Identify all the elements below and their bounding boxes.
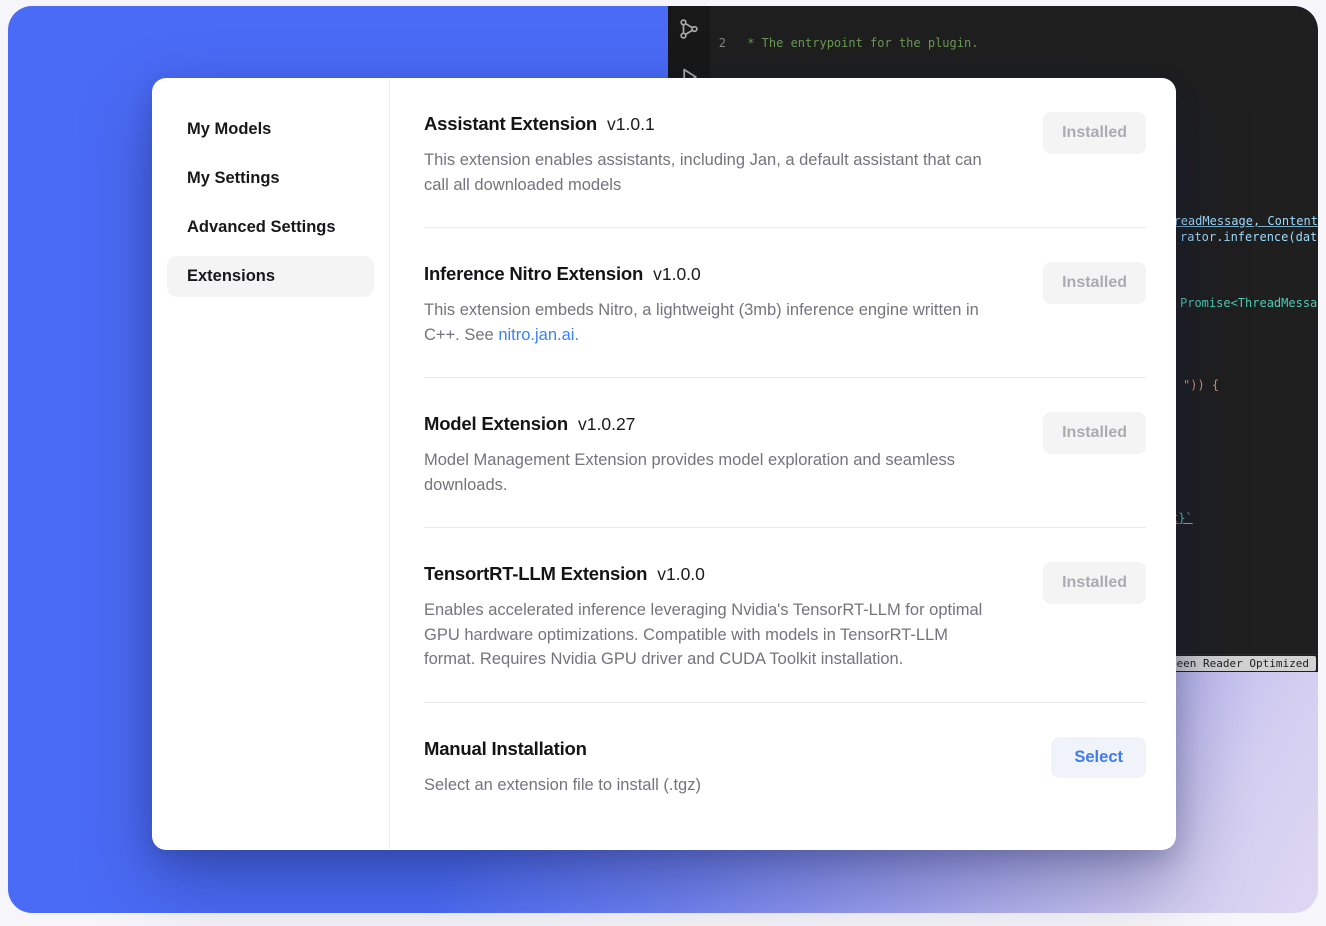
- code-text: * The entrypoint for the plugin.: [740, 35, 978, 52]
- extension-name: Model Extension: [424, 413, 568, 434]
- extension-name: Assistant Extension: [424, 113, 597, 134]
- extension-title: Model Extension v1.0.27: [424, 412, 1002, 436]
- extension-name: TensortRT-LLM Extension: [424, 563, 647, 584]
- extension-row-inference-nitro: Inference Nitro Extension v1.0.0 This ext…: [424, 228, 1146, 378]
- extension-info: Model Extension v1.0.27 Model Management …: [424, 412, 1002, 497]
- source-control-icon[interactable]: [678, 18, 700, 40]
- extension-info: TensortRT-LLM Extension v1.0.0 Enables ac…: [424, 562, 1002, 672]
- extension-name: Inference Nitro Extension: [424, 263, 643, 284]
- sidebar-item-extensions[interactable]: Extensions: [167, 256, 374, 297]
- code-fragment: rator.inference(data));: [1180, 230, 1318, 244]
- extension-title: TensortRT-LLM Extension v1.0.0: [424, 562, 1002, 586]
- extensions-panel: Assistant Extension v1.0.1 This extension…: [390, 78, 1176, 850]
- extension-info: Assistant Extension v1.0.1 This extension…: [424, 112, 1002, 197]
- manual-installation-info: Manual Installation Select an extension …: [424, 737, 1002, 798]
- installed-button[interactable]: Installed: [1043, 412, 1146, 454]
- extension-version: v1.0.1: [607, 114, 655, 134]
- extension-row-assistant: Assistant Extension v1.0.1 This extension…: [424, 78, 1146, 228]
- sidebar-item-advanced-settings[interactable]: Advanced Settings: [167, 207, 374, 248]
- manual-installation-description: Select an extension file to install (.tg…: [424, 773, 1002, 798]
- extension-title: Assistant Extension v1.0.1: [424, 112, 1002, 136]
- extension-description: This extension embeds Nitro, a lightweig…: [424, 298, 1002, 347]
- extension-version: v1.0.27: [578, 414, 635, 434]
- installed-button[interactable]: Installed: [1043, 262, 1146, 304]
- extension-version: v1.0.0: [653, 264, 701, 284]
- settings-sidebar: My Models My Settings Advanced Settings …: [152, 78, 390, 850]
- extension-description: Enables accelerated inference leveraging…: [424, 598, 1002, 672]
- select-file-button[interactable]: Select: [1051, 737, 1146, 778]
- sidebar-item-my-models[interactable]: My Models: [167, 109, 374, 150]
- extension-description: Model Management Extension provides mode…: [424, 448, 1002, 497]
- installed-button[interactable]: Installed: [1043, 562, 1146, 604]
- extension-info: Inference Nitro Extension v1.0.0 This ext…: [424, 262, 1002, 347]
- code-fragment: Promise<ThreadMessage>: [1180, 296, 1318, 310]
- line-number: 2: [710, 35, 740, 52]
- extension-description: This extension enables assistants, inclu…: [424, 148, 1002, 197]
- nitro-jan-ai-link[interactable]: nitro.jan.ai.: [498, 326, 579, 344]
- sidebar-item-my-settings[interactable]: My Settings: [167, 158, 374, 199]
- manual-installation-row: Manual Installation Select an extension …: [424, 703, 1146, 828]
- extension-title: Inference Nitro Extension v1.0.0: [424, 262, 1002, 286]
- extension-row-model: Model Extension v1.0.27 Model Management …: [424, 378, 1146, 528]
- code-fragment: ")) {: [1183, 378, 1219, 392]
- settings-modal: My Models My Settings Advanced Settings …: [152, 78, 1176, 850]
- installed-button[interactable]: Installed: [1043, 112, 1146, 154]
- extension-row-tensorrt-llm: TensortRT-LLM Extension v1.0.0 Enables ac…: [424, 528, 1146, 703]
- extension-version: v1.0.0: [657, 564, 705, 584]
- code-line: 2 * The entrypoint for the plugin.: [710, 35, 1318, 52]
- manual-installation-title: Manual Installation: [424, 737, 1002, 761]
